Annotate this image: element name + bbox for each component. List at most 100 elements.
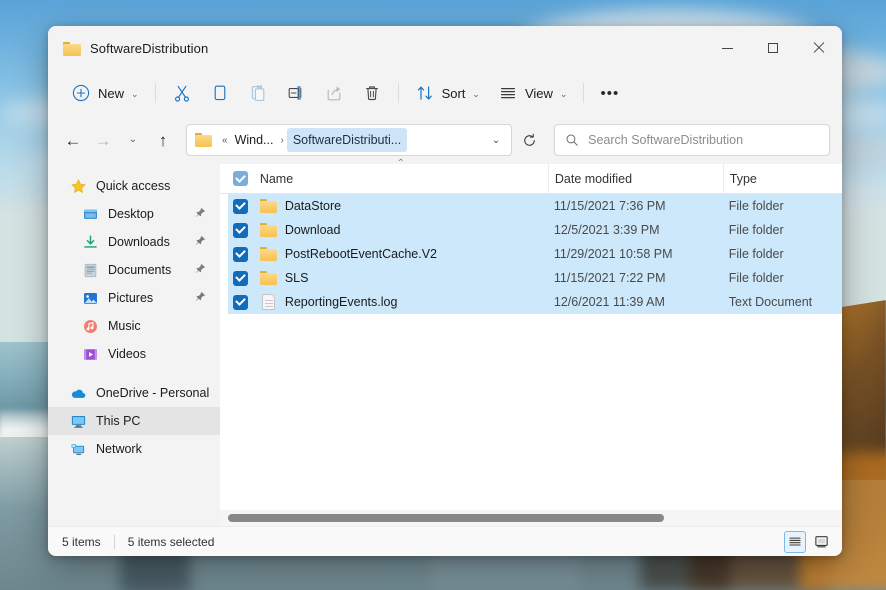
minimize-button[interactable] — [704, 26, 750, 70]
sidebar-label-network: Network — [96, 442, 142, 456]
column-header-name[interactable]: Name ⌃ — [254, 158, 548, 193]
refresh-button[interactable] — [514, 125, 544, 155]
onedrive-icon — [71, 389, 86, 398]
row-name-cell: Download — [254, 223, 548, 237]
downloads-icon — [84, 234, 97, 248]
scrollbar-track[interactable] — [228, 510, 834, 526]
large-icons-view-button[interactable] — [810, 531, 832, 553]
breadcrumb-parent[interactable]: Wind... — [231, 130, 278, 150]
row-checkbox[interactable] — [228, 246, 254, 262]
breadcrumb-overflow[interactable]: « — [219, 135, 231, 146]
search-box[interactable]: Search SoftwareDistribution — [554, 124, 830, 156]
sidebar-label-onedrive: OneDrive - Personal — [96, 386, 210, 400]
breadcrumb-current[interactable]: SoftwareDistributi... — [286, 128, 408, 152]
desktop-wallpaper: SoftwareDistribution New ⌄ Sort ⌄ View ⌄… — [0, 0, 886, 590]
sidebar-item-quick-access[interactable]: Quick access — [48, 172, 220, 200]
close-icon — [813, 42, 825, 54]
copy-button[interactable] — [201, 77, 239, 109]
column-header-type[interactable]: Type — [722, 164, 842, 193]
pin-icon-documents[interactable] — [195, 263, 206, 277]
sort-button[interactable]: Sort ⌄ — [406, 77, 489, 109]
delete-icon — [365, 86, 378, 101]
text-file-icon — [261, 294, 275, 310]
chevron-down-icon-sort: ⌄ — [472, 88, 480, 99]
sidebar-item-downloads[interactable]: Downloads — [48, 228, 220, 256]
sidebar-item-desktop[interactable]: Desktop — [48, 200, 220, 228]
back-button[interactable]: ← — [58, 125, 88, 155]
column-header-date-modified[interactable]: Date modified — [547, 164, 723, 193]
row-checkbox[interactable] — [228, 222, 254, 238]
search-input[interactable]: Search SoftwareDistribution — [588, 133, 743, 147]
cut-button[interactable] — [163, 77, 201, 109]
delete-button[interactable] — [353, 77, 391, 109]
up-button[interactable]: ↑ — [148, 125, 178, 155]
sidebar-label-downloads: Downloads — [108, 235, 170, 249]
select-all-checkbox[interactable] — [228, 171, 254, 186]
row-name-label: SLS — [284, 271, 309, 285]
row-name-cell: DataStore — [254, 199, 548, 213]
sidebar-item-pictures[interactable]: Pictures — [48, 284, 220, 312]
scrollbar-thumb[interactable] — [228, 514, 665, 522]
row-name-label: PostRebootEventCache.V2 — [284, 247, 438, 261]
pin-icon-downloads[interactable] — [195, 235, 206, 249]
row-date-label: 11/15/2021 7:22 PM — [553, 271, 666, 285]
sidebar-item-videos[interactable]: Videos — [48, 340, 220, 368]
sidebar-item-onedrive[interactable]: OneDrive - Personal — [48, 379, 220, 407]
ellipsis-icon: ••• — [600, 84, 620, 102]
table-row[interactable]: ReportingEvents.log 12/6/2021 11:39 AM T… — [228, 290, 842, 314]
close-button[interactable] — [796, 26, 842, 70]
pin-icon-desktop[interactable] — [195, 207, 206, 221]
row-name-cell: PostRebootEventCache.V2 — [254, 247, 548, 261]
row-checkbox[interactable] — [228, 270, 254, 286]
sort-ascending-icon: ⌃ — [396, 158, 406, 169]
column-header-name-label: Name — [259, 171, 294, 186]
sidebar-item-music[interactable]: Music — [48, 312, 220, 340]
sidebar-label-videos: Videos — [108, 347, 146, 361]
sidebar-item-network[interactable]: Network — [48, 435, 220, 463]
details-view-button[interactable] — [784, 530, 806, 553]
new-button[interactable]: New ⌄ — [62, 77, 148, 109]
row-name-label: ReportingEvents.log — [284, 295, 398, 309]
paste-button[interactable] — [239, 77, 277, 109]
row-type-label: File folder — [728, 199, 784, 213]
address-bar[interactable]: « Wind... › SoftwareDistributi... ⌄ — [186, 124, 513, 156]
horizontal-scrollbar[interactable] — [220, 510, 842, 526]
rename-icon — [288, 86, 301, 100]
address-dropdown-button[interactable]: ⌄ — [483, 126, 509, 154]
folder-icon — [259, 199, 277, 213]
window-controls — [704, 26, 842, 70]
sidebar-label-music: Music — [108, 319, 141, 333]
view-toggle-group — [784, 530, 832, 553]
folder-icon — [259, 223, 277, 237]
row-checkbox[interactable] — [228, 294, 254, 310]
table-row[interactable]: DataStore 11/15/2021 7:36 PM File folder — [228, 194, 842, 218]
view-button[interactable]: View ⌄ — [489, 77, 577, 109]
row-checkbox[interactable] — [228, 198, 254, 214]
folder-icon-address — [195, 133, 212, 147]
more-options-button[interactable]: ••• — [591, 77, 628, 109]
table-row[interactable]: Download 12/5/2021 3:39 PM File folder — [228, 218, 842, 242]
pin-icon-pictures[interactable] — [195, 291, 206, 305]
table-row[interactable]: PostRebootEventCache.V2 11/29/2021 10:58… — [228, 242, 842, 266]
share-button[interactable] — [315, 77, 353, 109]
row-date-label: 12/6/2021 11:39 AM — [553, 295, 665, 309]
sidebar-label-this-pc: This PC — [96, 414, 141, 428]
maximize-icon — [768, 43, 778, 53]
row-name-cell: SLS — [254, 271, 548, 285]
sidebar-item-documents[interactable]: Documents — [48, 256, 220, 284]
sidebar-item-this-pc[interactable]: This PC — [48, 407, 220, 435]
table-row[interactable]: SLS 11/15/2021 7:22 PM File folder — [228, 266, 842, 290]
pictures-icon — [84, 292, 97, 304]
maximize-button[interactable] — [750, 26, 796, 70]
chevron-down-icon-recent: ⌄ — [128, 134, 138, 145]
recent-locations-button[interactable]: ⌄ — [118, 125, 148, 155]
row-type-label: File folder — [728, 271, 784, 285]
file-list-pane: Name ⌃ Date modified Type DataStore 11/1… — [220, 158, 842, 526]
forward-arrow-icon: → — [94, 130, 112, 150]
toolbar-divider — [154, 83, 156, 103]
column-header-date-label: Date modified — [554, 171, 633, 186]
thispc-icon — [71, 415, 86, 428]
rename-button[interactable] — [277, 77, 315, 109]
row-date-label: 12/5/2021 3:39 PM — [553, 223, 660, 237]
forward-button[interactable]: → — [88, 125, 118, 155]
